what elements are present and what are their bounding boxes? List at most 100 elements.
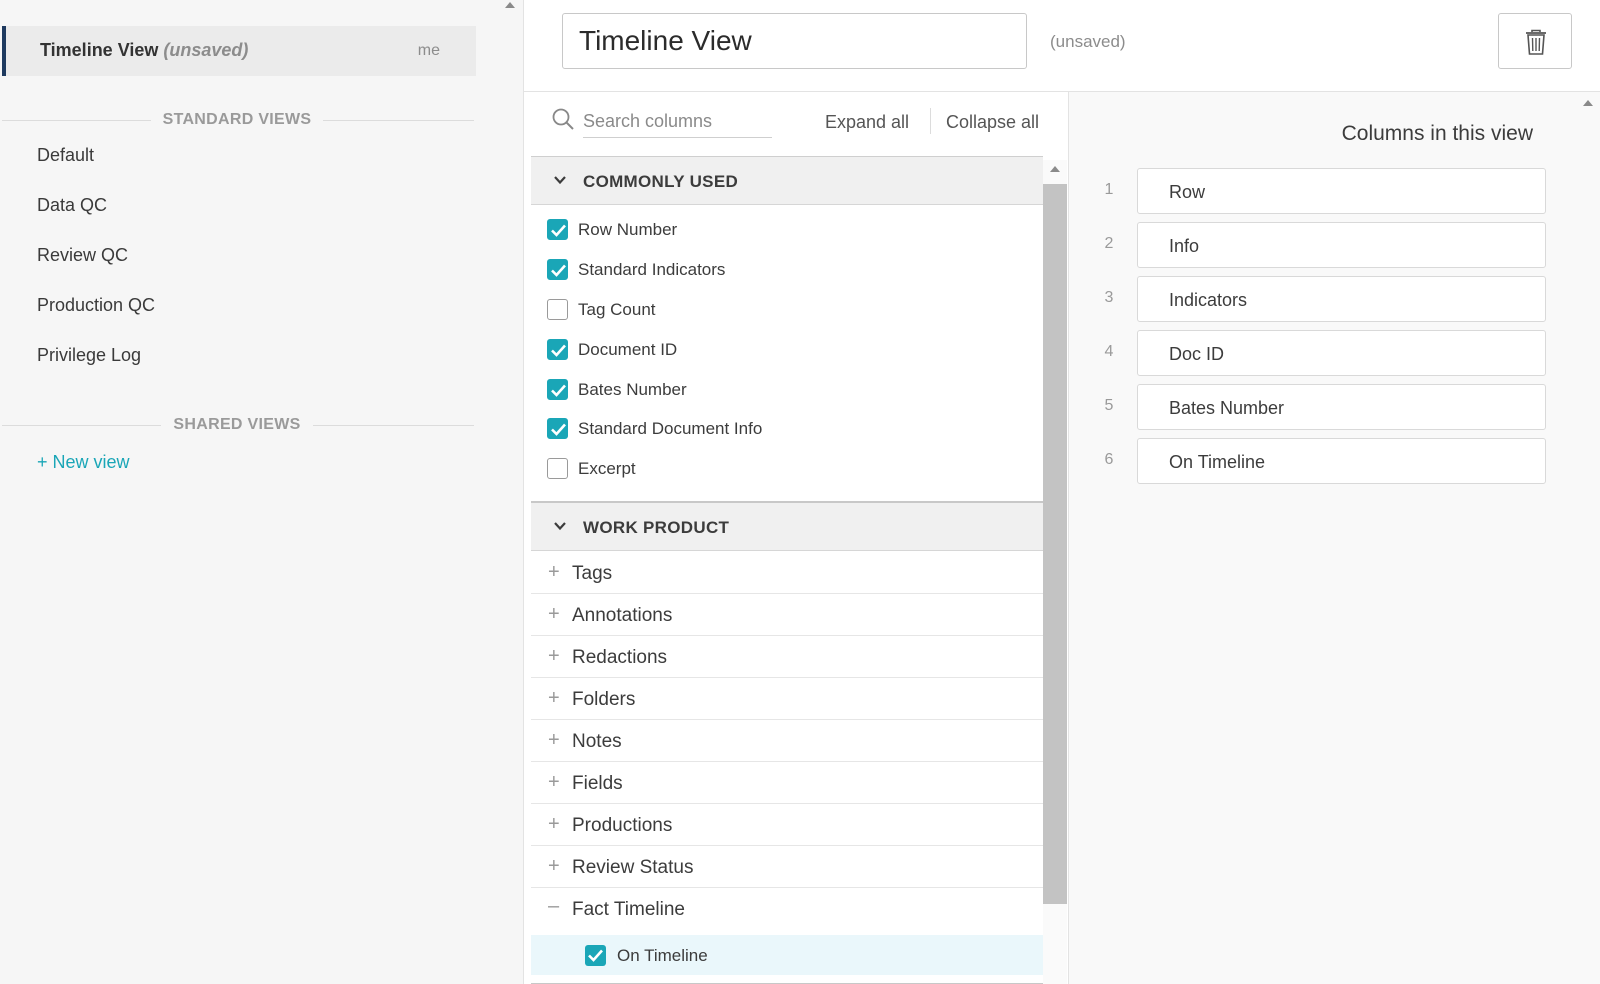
category-label: Fields — [572, 773, 623, 794]
new-view-link[interactable]: + New view — [37, 452, 130, 473]
selected-column-pill[interactable]: Bates Number — [1137, 384, 1546, 430]
column-option-standard-document-info[interactable]: Standard Document Info — [531, 408, 1043, 448]
column-option-label: Excerpt — [578, 459, 636, 478]
scroll-up-arrow-icon[interactable] — [1050, 166, 1060, 172]
selected-column-pill[interactable]: Indicators — [1137, 276, 1546, 322]
column-option-label: Document ID — [578, 340, 678, 359]
active-view-name: Timeline View (unsaved) — [40, 40, 249, 60]
selected-column-label: Doc ID — [1169, 344, 1225, 364]
column-order-number: 5 — [1104, 397, 1114, 414]
checkbox-checked[interactable] — [547, 219, 568, 240]
selected-column-row[interactable]: 5 Bates Number — [1069, 384, 1575, 430]
category-label: Notes — [572, 731, 622, 752]
action-separator — [930, 108, 931, 134]
column-option-label: Row Number — [578, 220, 678, 239]
selected-column-label: Bates Number — [1169, 398, 1285, 418]
column-option-document-id[interactable]: Document ID — [531, 329, 1043, 369]
plus-icon: + — [548, 771, 560, 793]
scrollbar-thumb[interactable] — [1043, 184, 1067, 904]
chevron-down-icon — [554, 176, 566, 185]
column-option-label: On Timeline — [617, 946, 708, 965]
checkbox-checked[interactable] — [547, 339, 568, 360]
selected-column-row[interactable]: 3 Indicators — [1069, 276, 1575, 322]
scroll-up-arrow-icon[interactable] — [1583, 100, 1593, 106]
view-item-data-qc[interactable]: Data QC — [37, 195, 107, 216]
group-work-product[interactable]: WORK PRODUCT — [531, 503, 1043, 551]
column-option-row-number[interactable]: Row Number — [531, 209, 1043, 249]
column-option-excerpt[interactable]: Excerpt — [531, 448, 1043, 488]
column-option-standard-indicators[interactable]: Standard Indicators — [531, 249, 1043, 289]
column-order-number: 4 — [1104, 343, 1114, 360]
column-tree-scrollbar[interactable] — [1043, 160, 1067, 984]
category-folders[interactable]: + Folders — [531, 678, 1043, 720]
expand-all-button[interactable]: Expand all — [825, 112, 909, 133]
delete-view-button[interactable] — [1498, 13, 1572, 69]
checkbox-checked[interactable] — [585, 945, 606, 966]
column-option-label: Bates Number — [578, 380, 687, 399]
category-label: Annotations — [572, 605, 673, 626]
category-tags[interactable]: + Tags — [531, 552, 1043, 594]
selected-column-label: On Timeline — [1169, 452, 1266, 472]
selected-column-pill[interactable]: Info — [1137, 222, 1546, 268]
view-item-production-qc[interactable]: Production QC — [37, 295, 155, 316]
standard-views-heading: STANDARD VIEWS — [0, 110, 474, 130]
category-productions[interactable]: + Productions — [531, 804, 1043, 846]
checkbox-unchecked[interactable] — [547, 458, 568, 479]
checkbox-checked[interactable] — [547, 418, 568, 439]
group-commonly-used-label: COMMONLY USED — [583, 172, 739, 191]
unsaved-label: (unsaved) — [1050, 32, 1126, 51]
category-review-status[interactable]: + Review Status — [531, 846, 1043, 888]
selected-columns-panel: Columns in this view 1 Row 2 Info 3 Indi… — [1069, 92, 1575, 984]
minus-icon: – — [548, 895, 560, 917]
column-option-on-timeline[interactable]: On Timeline — [531, 935, 1043, 975]
group-commonly-used[interactable]: COMMONLY USED — [531, 157, 1043, 205]
selected-column-label: Info — [1169, 236, 1200, 256]
selected-column-pill[interactable]: Doc ID — [1137, 330, 1546, 376]
view-item-privilege-log[interactable]: Privilege Log — [37, 345, 141, 366]
plus-icon: + — [548, 645, 560, 667]
column-order-number: 3 — [1104, 289, 1114, 306]
shared-views-heading: SHARED VIEWS — [0, 415, 474, 435]
column-tree: COMMONLY USED Row Number Standard Indica… — [531, 156, 1043, 984]
selected-column-row[interactable]: 4 Doc ID — [1069, 330, 1575, 376]
checkbox-checked[interactable] — [547, 379, 568, 400]
views-sidebar: Timeline View (unsaved) me STANDARD VIEW… — [0, 0, 496, 984]
category-fields[interactable]: + Fields — [531, 762, 1043, 804]
column-option-tag-count[interactable]: Tag Count — [531, 289, 1043, 329]
collapse-all-button[interactable]: Collapse all — [946, 112, 1039, 133]
plus-icon: + — [548, 855, 560, 877]
selected-column-row[interactable]: 1 Row — [1069, 168, 1575, 214]
selected-column-pill[interactable]: Row — [1137, 168, 1546, 214]
column-option-label: Tag Count — [578, 300, 656, 319]
checkbox-unchecked[interactable] — [547, 299, 568, 320]
plus-icon: + — [548, 561, 560, 583]
selected-column-row[interactable]: 2 Info — [1069, 222, 1575, 268]
view-item-review-qc[interactable]: Review QC — [37, 245, 128, 266]
column-option-bates-number[interactable]: Bates Number — [531, 369, 1043, 409]
category-label: Fact Timeline — [572, 899, 685, 920]
column-option-label: Standard Document Info — [578, 419, 763, 438]
category-label: Review Status — [572, 857, 694, 878]
view-name-input[interactable] — [562, 13, 1027, 69]
selected-column-pill[interactable]: On Timeline — [1137, 438, 1546, 484]
group-work-product-label: WORK PRODUCT — [583, 518, 730, 537]
column-order-number: 1 — [1104, 181, 1114, 198]
category-notes[interactable]: + Notes — [531, 720, 1043, 762]
category-redactions[interactable]: + Redactions — [531, 636, 1043, 678]
column-order-number: 2 — [1104, 235, 1114, 252]
checkbox-checked[interactable] — [547, 259, 568, 280]
sidebar-scrollbar[interactable] — [496, 0, 524, 984]
selected-columns-scrollbar[interactable] — [1575, 92, 1600, 984]
active-view-status: (unsaved) — [163, 40, 249, 60]
active-view-item[interactable]: Timeline View (unsaved) me — [2, 26, 476, 76]
category-label: Productions — [572, 815, 673, 836]
search-icon — [552, 108, 574, 130]
trash-icon — [1526, 29, 1546, 55]
selected-column-row[interactable]: 6 On Timeline — [1069, 438, 1575, 484]
category-annotations[interactable]: + Annotations — [531, 594, 1043, 636]
category-fact-timeline[interactable]: – Fact Timeline — [531, 888, 1043, 930]
view-item-default[interactable]: Default — [37, 145, 94, 166]
search-columns-input[interactable] — [583, 106, 772, 138]
plus-icon: + — [548, 729, 560, 751]
scroll-up-arrow-icon[interactable] — [505, 2, 515, 8]
